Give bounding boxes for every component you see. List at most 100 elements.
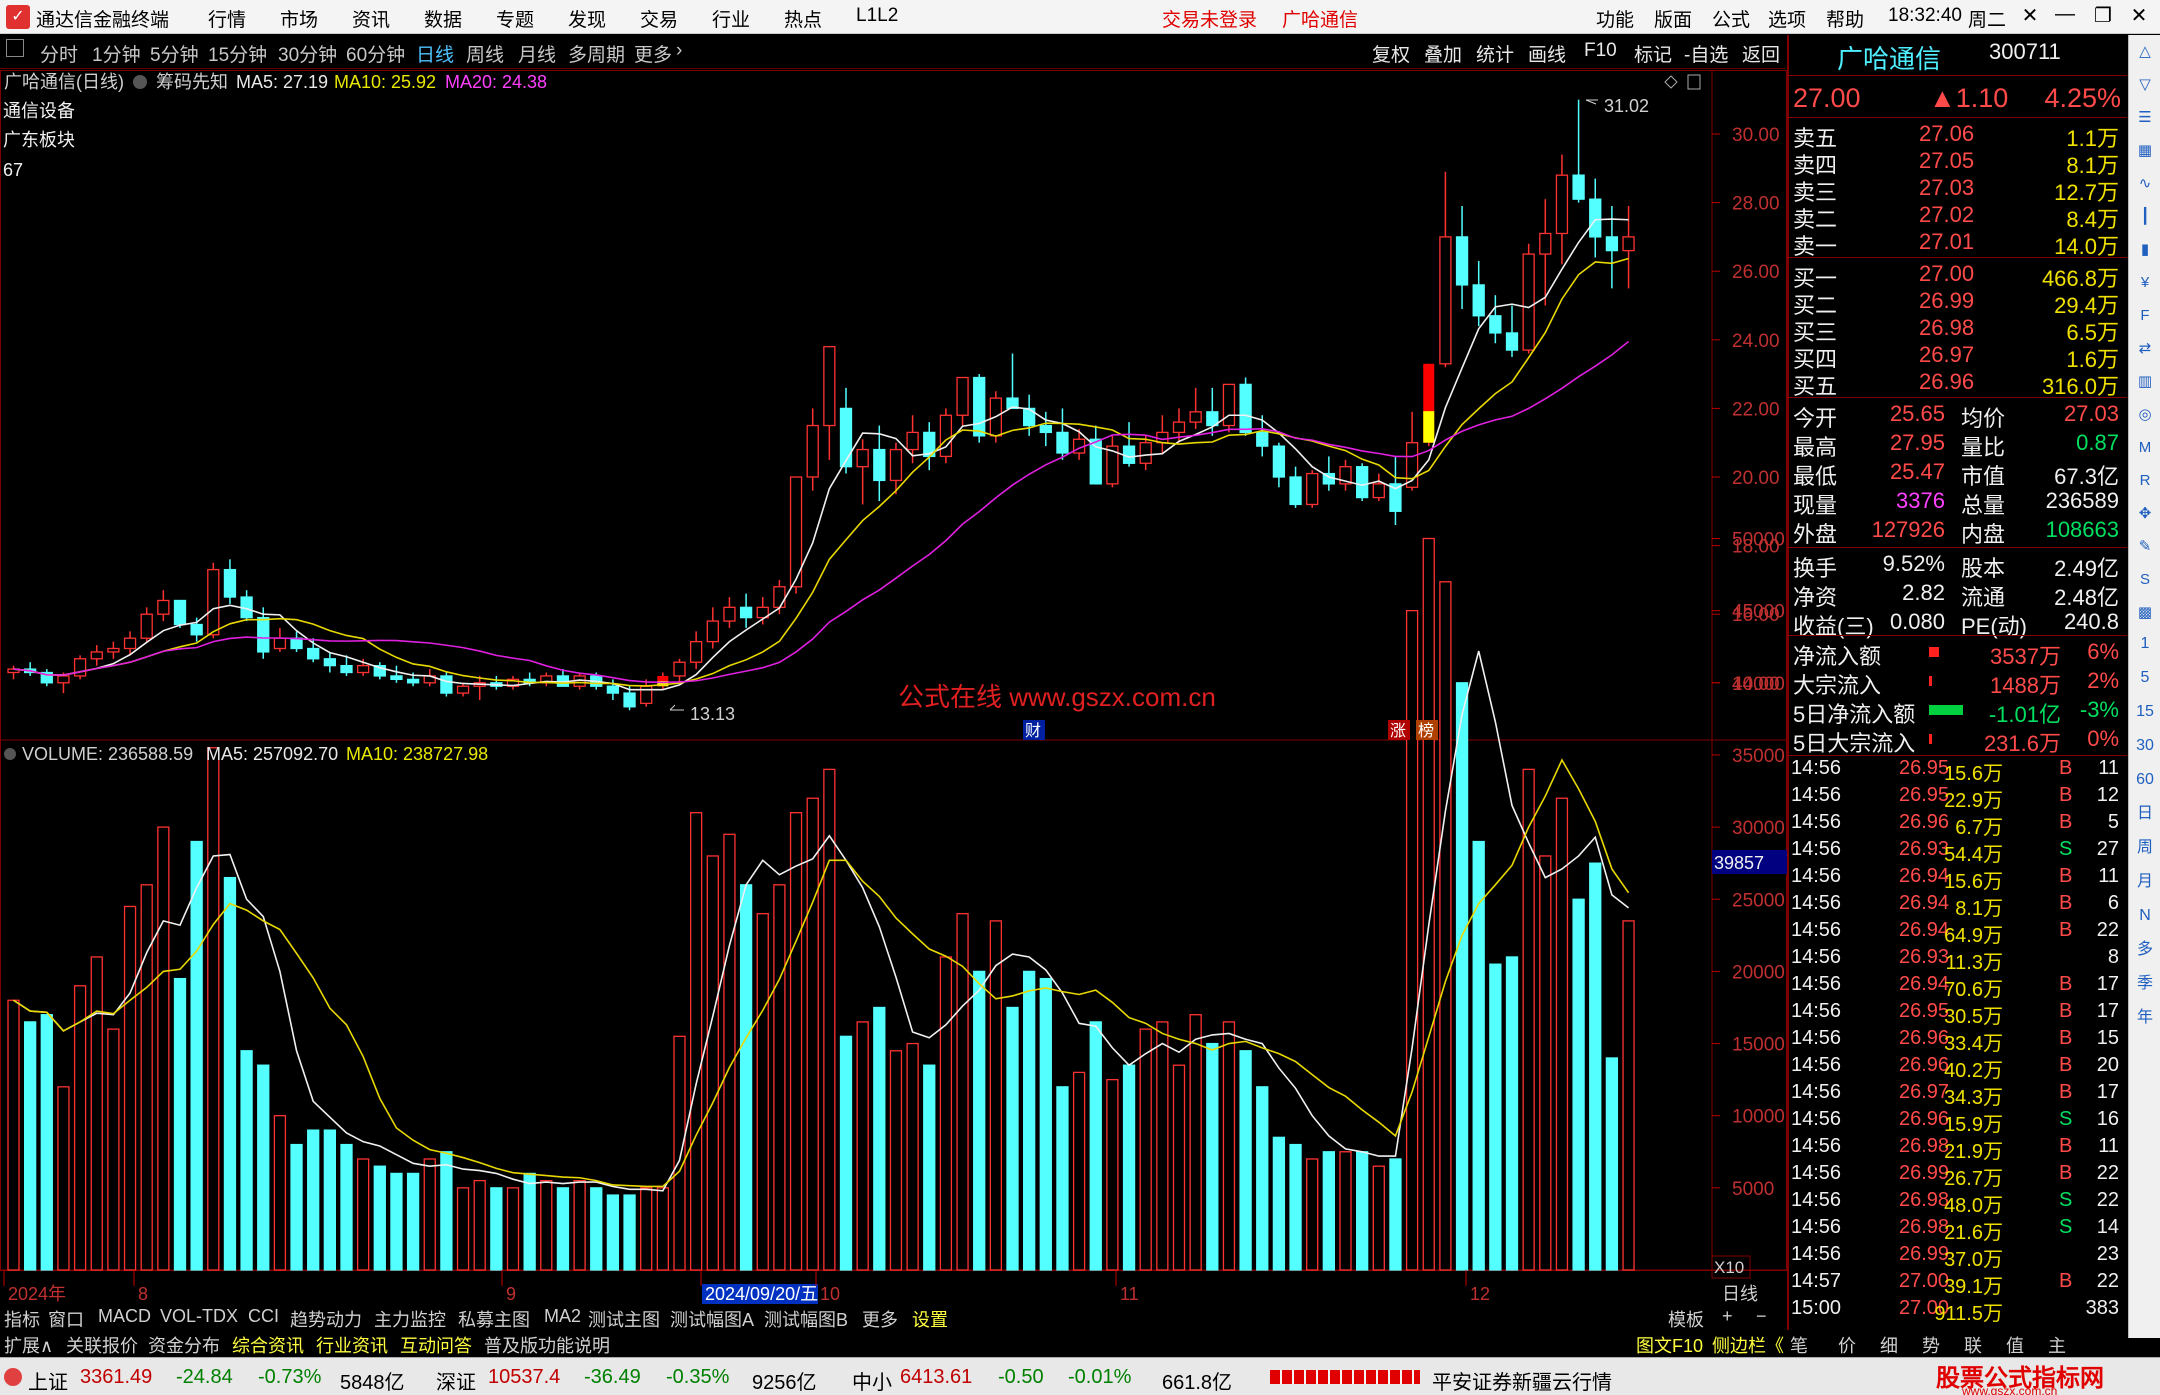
menu-gongneng[interactable]: 功能 [1596, 5, 1634, 32]
fund-icon[interactable]: ¥ [2132, 270, 2158, 296]
compare-icon[interactable]: ⇄ [2132, 336, 2158, 362]
ext-tab-4[interactable]: 行业资讯 [316, 1332, 388, 1358]
sidebar-period-2[interactable]: 15 [2132, 699, 2158, 725]
side-tab-8[interactable]: 主 [2048, 1332, 2066, 1358]
sidebar-period-1[interactable]: 5 [2132, 665, 2158, 691]
indicator-tab-7[interactable]: 私募主图 [458, 1306, 530, 1332]
volume-toggle-icon[interactable] [4, 748, 16, 760]
side-tab-1[interactable]: 侧边栏《 [1712, 1332, 1784, 1358]
sidebar-period-3[interactable]: 30 [2132, 733, 2158, 759]
menu-hangye[interactable]: 行业 [712, 5, 750, 32]
up-icon[interactable]: △ [2132, 39, 2158, 65]
tool-fuquan[interactable]: 复权 [1372, 40, 1410, 67]
menu-gongshi[interactable]: 公式 [1712, 5, 1750, 32]
list-icon[interactable]: ☰ [2132, 105, 2158, 131]
period-more[interactable]: 更多 [634, 40, 672, 67]
side-tab-6[interactable]: 联 [1964, 1332, 1982, 1358]
grid2-icon[interactable]: ▩ [2132, 600, 2158, 626]
indicator-tab-5[interactable]: 趋势动力 [290, 1306, 362, 1332]
diamond-icon[interactable] [1664, 75, 1678, 89]
minimize-icon[interactable]: — [2050, 3, 2080, 26]
indicator-tab-10[interactable]: 测试幅图A [670, 1306, 754, 1332]
menu-shuju[interactable]: 数据 [424, 5, 462, 32]
indicator-tab-0[interactable]: 指标 [4, 1306, 40, 1332]
sidebar-period-6[interactable]: 周 [2132, 835, 2158, 861]
period-weekly[interactable]: 周线 [466, 40, 504, 67]
menu-jiaoyi[interactable]: 交易 [640, 5, 678, 32]
tool-tongji[interactable]: 统计 [1476, 40, 1514, 67]
panel-icon[interactable] [1687, 74, 1701, 90]
sh-label[interactable]: 上证 [28, 1366, 68, 1395]
sidebar-period-11[interactable]: 年 [2132, 1005, 2158, 1031]
ext-tab-2[interactable]: 资金分布 [148, 1332, 220, 1358]
tool-zixuan[interactable]: -自选 [1684, 40, 1728, 67]
f10-icon[interactable]: F [2132, 303, 2158, 329]
period-multi[interactable]: 多周期 [568, 40, 625, 67]
chart-icon[interactable]: ∿ [2132, 171, 2158, 197]
period-monthly[interactable]: 月线 [518, 40, 556, 67]
vol-icon[interactable]: ▥ [2132, 369, 2158, 395]
kline-chart[interactable]: 30.0028.0026.0024.0022.0020.0018.0016.00… [0, 70, 1787, 1304]
close-small-icon[interactable]: ✕ [2015, 3, 2045, 28]
macd-icon[interactable]: M [2132, 435, 2158, 461]
bottom-right-btn-2[interactable]: − [1756, 1306, 1767, 1327]
dir-icon[interactable]: ✥ [2132, 501, 2158, 527]
indicator-tab-1[interactable]: 窗口 [48, 1306, 84, 1332]
sidebar-period-9[interactable]: 多 [2132, 937, 2158, 963]
indicator-tab-11[interactable]: 测试幅图B [764, 1306, 848, 1332]
sz-label[interactable]: 深证 [436, 1366, 476, 1395]
tool-diejia[interactable]: 叠加 [1424, 40, 1462, 67]
circle-icon[interactable]: ◎ [2132, 402, 2158, 428]
ext-tab-0[interactable]: 扩展∧ [4, 1332, 53, 1358]
sidebar-period-7[interactable]: 月 [2132, 869, 2158, 895]
menu-xuanxiang[interactable]: 选项 [1768, 5, 1806, 32]
sidebar-period-10[interactable]: 季 [2132, 971, 2158, 997]
tool-biaoji[interactable]: 标记 [1634, 40, 1672, 67]
grid-icon[interactable]: ▦ [2132, 138, 2158, 164]
menu-zixun[interactable]: 资讯 [352, 5, 390, 32]
menu-banmian[interactable]: 版面 [1654, 5, 1692, 32]
sidebar-period-5[interactable]: 日 [2132, 801, 2158, 827]
menu-hangqing[interactable]: 行情 [208, 5, 246, 32]
ext-tab-3[interactable]: 综合资讯 [232, 1332, 304, 1358]
sidebar-period-0[interactable]: 1 [2132, 631, 2158, 657]
period-60min[interactable]: 60分钟 [346, 40, 405, 67]
indicator-tab-2[interactable]: MACD [98, 1306, 151, 1327]
tool-f10[interactable]: F10 [1584, 40, 1617, 62]
indicator-tab-12[interactable]: 更多 [862, 1306, 898, 1332]
side-tab-5[interactable]: 势 [1922, 1332, 1940, 1358]
menu-redian[interactable]: 热点 [784, 5, 822, 32]
indicator-tab-8[interactable]: MA2 [544, 1306, 581, 1327]
candle-icon[interactable]: ┃ [2132, 204, 2158, 230]
tool-fanhui[interactable]: 返回 [1742, 40, 1780, 67]
indicator-tab-3[interactable]: VOL-TDX [160, 1306, 238, 1327]
indicator-tab-13[interactable]: 设置 [912, 1306, 948, 1332]
bottom-right-btn-0[interactable]: 模板 [1668, 1306, 1704, 1332]
period-15min[interactable]: 15分钟 [208, 40, 267, 67]
menu-faxian[interactable]: 发现 [568, 5, 606, 32]
menu-zhuanti[interactable]: 专题 [496, 5, 534, 32]
sidebar-period-4[interactable]: 60 [2132, 767, 2158, 793]
sidebar-period-8[interactable]: N [2132, 903, 2158, 929]
side-tab-0[interactable]: 图文F10 [1636, 1332, 1703, 1358]
period-5min[interactable]: 5分钟 [150, 40, 199, 67]
stock-tab[interactable]: 广哈通信 [1282, 5, 1358, 32]
fs-icon[interactable]: S [2132, 567, 2158, 593]
period-1min[interactable]: 1分钟 [92, 40, 141, 67]
rsi-icon[interactable]: R [2132, 468, 2158, 494]
period-fenshi[interactable]: 分时 [40, 40, 78, 67]
more-chevron-icon[interactable]: › [676, 40, 682, 62]
menu-bangzhu[interactable]: 帮助 [1826, 5, 1864, 32]
pen-icon[interactable]: ✎ [2132, 534, 2158, 560]
side-tab-3[interactable]: 价 [1838, 1332, 1856, 1358]
indicator-tab-4[interactable]: CCI [248, 1306, 279, 1327]
menu-shichang[interactable]: 市场 [280, 5, 318, 32]
zx-label[interactable]: 中小 [852, 1366, 892, 1395]
indicator-tab-6[interactable]: 主力监控 [374, 1306, 446, 1332]
side-tab-2[interactable]: 笔 [1790, 1332, 1808, 1358]
ext-tab-5[interactable]: 互动问答 [400, 1332, 472, 1358]
side-tab-4[interactable]: 细 [1880, 1332, 1898, 1358]
login-status[interactable]: 交易未登录 [1162, 5, 1257, 32]
bottom-right-btn-1[interactable]: + [1722, 1306, 1733, 1327]
chip-toggle-icon[interactable] [133, 75, 147, 89]
